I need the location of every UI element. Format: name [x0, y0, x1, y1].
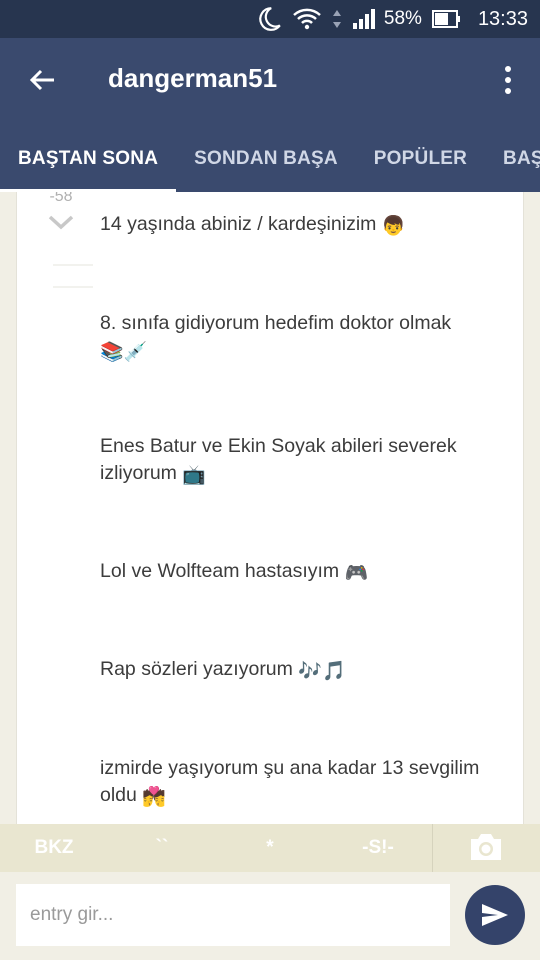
- entry-line: 14 yaşında abiniz / kardeşinizim 👦: [100, 213, 406, 237]
- tab-bar: BAŞTAN SONA SONDAN BAŞA POPÜLER BAŞ: [0, 138, 540, 192]
- clock: 13:33: [477, 7, 528, 30]
- entry-line: izmirde yaşıyorum şu ana kadar 13 sevgil…: [100, 757, 480, 808]
- entry-line: 8. sınıfa gidiyorum hedefim doktor olmak…: [100, 312, 452, 363]
- entry-line: Lol ve Wolfteam hastasıyım 🎮: [100, 560, 369, 584]
- vote-count: -58: [49, 192, 73, 205]
- battery-icon: [431, 9, 462, 29]
- moon-icon: [256, 6, 282, 32]
- signal-icon: [352, 8, 376, 30]
- entry-card: -58 14 yaşında abiniz / kardeşinizim 👦 8…: [16, 192, 524, 824]
- boy-emoji-icon: 👦: [381, 216, 406, 237]
- music-notes-emoji-icon: 🎶🎵: [298, 661, 346, 682]
- send-button[interactable]: [465, 885, 525, 945]
- entry-input[interactable]: [16, 884, 450, 946]
- tab-bastan-sona[interactable]: BAŞTAN SONA: [0, 138, 177, 192]
- couple-kiss-emoji-icon: 💏: [142, 787, 166, 808]
- page-title: dangerman51: [108, 63, 278, 93]
- composer: [0, 872, 540, 960]
- spoiler-button[interactable]: -S!-: [342, 824, 414, 872]
- entry-line: Enes Batur ve Ekin Soyak abileri severek…: [100, 435, 457, 486]
- tab-sondan-basa[interactable]: SONDAN BAŞA: [176, 138, 356, 192]
- books-syringe-emoji-icon: 📚💉: [100, 342, 148, 363]
- divider: [53, 286, 93, 288]
- star-button[interactable]: *: [234, 824, 306, 872]
- tab-populer[interactable]: POPÜLER: [356, 138, 485, 192]
- tv-emoji-icon: 📺: [182, 465, 207, 486]
- vote-controls: -58: [41, 192, 81, 232]
- status-bar: 58% 13:33: [0, 0, 540, 38]
- bkz-button[interactable]: BKZ: [18, 824, 90, 872]
- more-options-icon[interactable]: [496, 60, 520, 100]
- battery-percent: 58%: [383, 8, 422, 29]
- backtick-button[interactable]: ``: [126, 824, 198, 872]
- wifi-icon: [292, 7, 322, 31]
- entry-line: Rap sözleri yazıyorum 🎶🎵: [100, 658, 346, 682]
- divider: [53, 264, 93, 266]
- tab-bas[interactable]: BAŞ: [485, 138, 540, 192]
- gamepad-emoji-icon: 🎮: [344, 563, 369, 584]
- downvote-chevron-icon[interactable]: [46, 212, 76, 232]
- app-bar: dangerman51 BAŞTAN SONA SONDAN BAŞA POPÜ…: [0, 38, 540, 192]
- back-arrow-icon[interactable]: [22, 60, 62, 100]
- divider: [432, 824, 433, 872]
- send-icon: [482, 904, 508, 926]
- camera-icon[interactable]: [468, 832, 504, 862]
- formatting-toolbar: BKZ `` * -S!-: [0, 824, 540, 872]
- data-arrows-icon: [332, 8, 342, 30]
